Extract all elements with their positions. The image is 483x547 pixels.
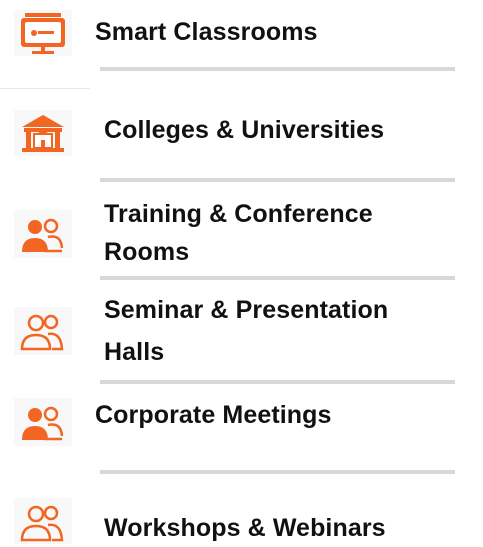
list-item-workshops-webinars: Workshops & Webinars [0, 472, 483, 544]
divider [100, 178, 455, 182]
venue-list: Smart Classrooms Colleges & Universities [0, 0, 483, 544]
divider [100, 276, 455, 280]
university-building-icon [14, 110, 72, 156]
item-label: Colleges & Universities [104, 116, 385, 144]
smart-board-icon [14, 10, 72, 56]
item-label-line-2: Halls [104, 338, 165, 366]
list-item-colleges-universities: Colleges & Universities [0, 96, 483, 198]
list-item-training-conference: Training & Conference Rooms [0, 196, 483, 286]
users-group-icon [14, 210, 72, 258]
users-outline-icon [14, 498, 72, 544]
item-label-line-2: Rooms [104, 238, 190, 266]
users-group-icon [14, 398, 72, 446]
list-item-seminar-presentation: Seminar & Presentation Halls [0, 290, 483, 384]
item-label-line-1: Training & Conference [104, 200, 373, 228]
list-item-smart-classrooms: Smart Classrooms [0, 0, 483, 96]
list-item-corporate-meetings: Corporate Meetings [0, 382, 483, 474]
item-label-line-1: Seminar & Presentation [104, 296, 389, 324]
item-label: Workshops & Webinars [104, 514, 386, 542]
users-outline-icon [14, 307, 72, 355]
item-label: Smart Classrooms [95, 18, 318, 46]
item-label: Corporate Meetings [95, 401, 332, 429]
divider-faint [0, 88, 90, 89]
divider [100, 67, 455, 71]
